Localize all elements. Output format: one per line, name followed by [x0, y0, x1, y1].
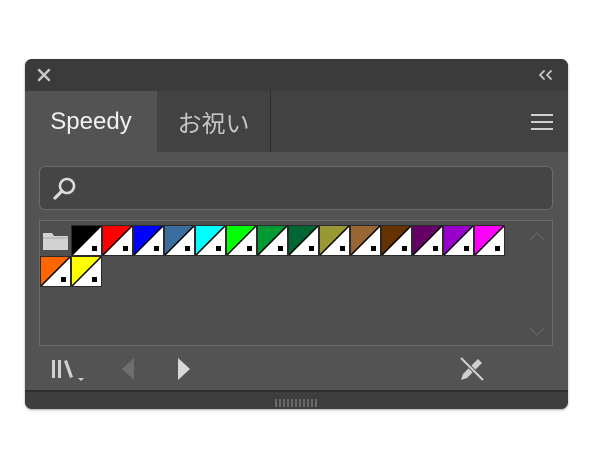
color-swatch[interactable]	[319, 225, 350, 256]
tab-celebration[interactable]: お祝い	[157, 91, 271, 152]
swatch-list	[39, 220, 553, 346]
scroll-up-chevron-icon[interactable]	[528, 229, 546, 241]
next-arrow-icon[interactable]	[173, 355, 195, 383]
color-swatch[interactable]	[381, 225, 412, 256]
close-icon[interactable]	[35, 66, 53, 84]
search-icon	[52, 176, 78, 202]
color-swatch[interactable]	[226, 225, 257, 256]
resize-grip-icon[interactable]	[275, 395, 319, 407]
color-swatch[interactable]	[102, 225, 133, 256]
tab-bar: Speedy お祝い	[25, 91, 568, 152]
color-swatch[interactable]	[133, 225, 164, 256]
tab-label: お祝い	[177, 111, 250, 138]
color-swatch[interactable]	[71, 256, 102, 287]
panel-bottom-bar	[25, 390, 568, 409]
color-swatch[interactable]	[474, 225, 505, 256]
color-swatch[interactable]	[412, 225, 443, 256]
color-swatch[interactable]	[71, 225, 102, 256]
no-edit-pencil-icon[interactable]	[457, 354, 487, 384]
folder-icon[interactable]	[40, 225, 71, 256]
tab-label: Speedy	[50, 107, 132, 135]
search-input[interactable]	[84, 171, 548, 207]
swatches-panel: Speedy お祝い	[25, 59, 568, 409]
color-swatch[interactable]	[40, 256, 71, 287]
previous-arrow-icon[interactable]	[117, 355, 139, 383]
color-swatch[interactable]	[257, 225, 288, 256]
color-swatch[interactable]	[195, 225, 226, 256]
tab-speedy[interactable]: Speedy	[25, 91, 157, 152]
double-chevron-left-icon[interactable]	[536, 67, 556, 83]
hamburger-menu-icon[interactable]	[530, 112, 554, 132]
color-swatch[interactable]	[443, 225, 474, 256]
color-swatch[interactable]	[350, 225, 381, 256]
swatch-libraries-icon[interactable]	[49, 356, 89, 384]
search-box	[39, 166, 553, 210]
panel-titlebar[interactable]	[25, 59, 568, 91]
scroll-down-chevron-icon[interactable]	[528, 325, 546, 337]
color-swatch[interactable]	[288, 225, 319, 256]
color-swatch[interactable]	[164, 225, 195, 256]
